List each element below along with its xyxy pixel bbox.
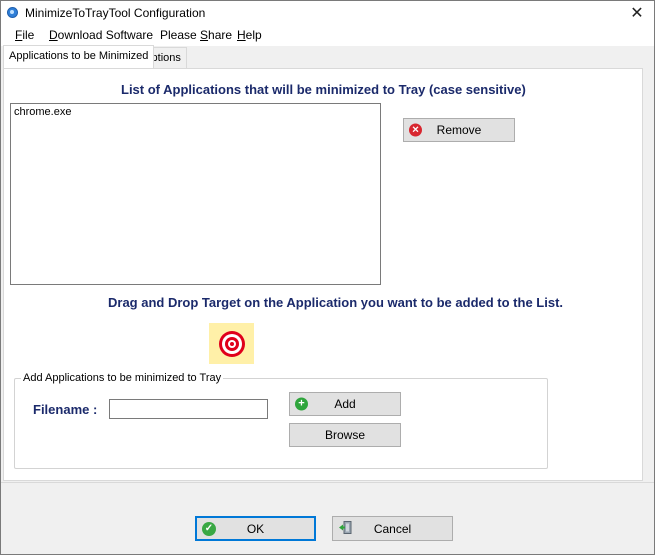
browse-button[interactable]: Browse	[289, 423, 401, 447]
window-title: MinimizeToTrayTool Configuration	[25, 6, 206, 20]
tab-applications-to-be-minimized[interactable]: Applications to be Minimized	[3, 45, 155, 68]
menu-help[interactable]: Help	[237, 28, 262, 42]
title-bar: MinimizeToTrayTool Configuration ✕	[1, 1, 654, 25]
config-window: MinimizeToTrayTool Configuration ✕ File …	[0, 0, 655, 555]
menu-please-share[interactable]: Please Share	[160, 28, 232, 42]
menu-download-software[interactable]: Download Software	[49, 28, 153, 42]
add-applications-groupbox: Add Applications to be minimized to Tray…	[14, 372, 548, 469]
list-item[interactable]: chrome.exe	[14, 106, 377, 118]
list-heading: List of Applications that will be minimi…	[121, 82, 526, 97]
close-icon[interactable]: ✕	[620, 1, 654, 25]
applications-listbox[interactable]: chrome.exe	[10, 103, 381, 285]
add-button[interactable]: + Add	[289, 392, 401, 416]
tab-panel: List of Applications that will be minimi…	[3, 68, 643, 481]
remove-button[interactable]: ✕ Remove	[403, 118, 515, 142]
footer-divider	[1, 482, 654, 483]
drag-drop-target-icon[interactable]	[209, 323, 254, 364]
filename-label: Filename :	[33, 402, 98, 417]
menu-bar: File Download Software Please Share Help	[1, 25, 654, 46]
drag-drop-heading: Drag and Drop Target on the Application …	[108, 295, 564, 310]
app-icon	[7, 7, 18, 18]
menu-file[interactable]: File	[15, 28, 34, 42]
group-title: Add Applications to be minimized to Tray	[21, 372, 224, 384]
cancel-button[interactable]: Cancel	[332, 516, 453, 541]
filename-input[interactable]	[109, 399, 268, 419]
ok-button[interactable]: ✓ OK	[195, 516, 316, 541]
